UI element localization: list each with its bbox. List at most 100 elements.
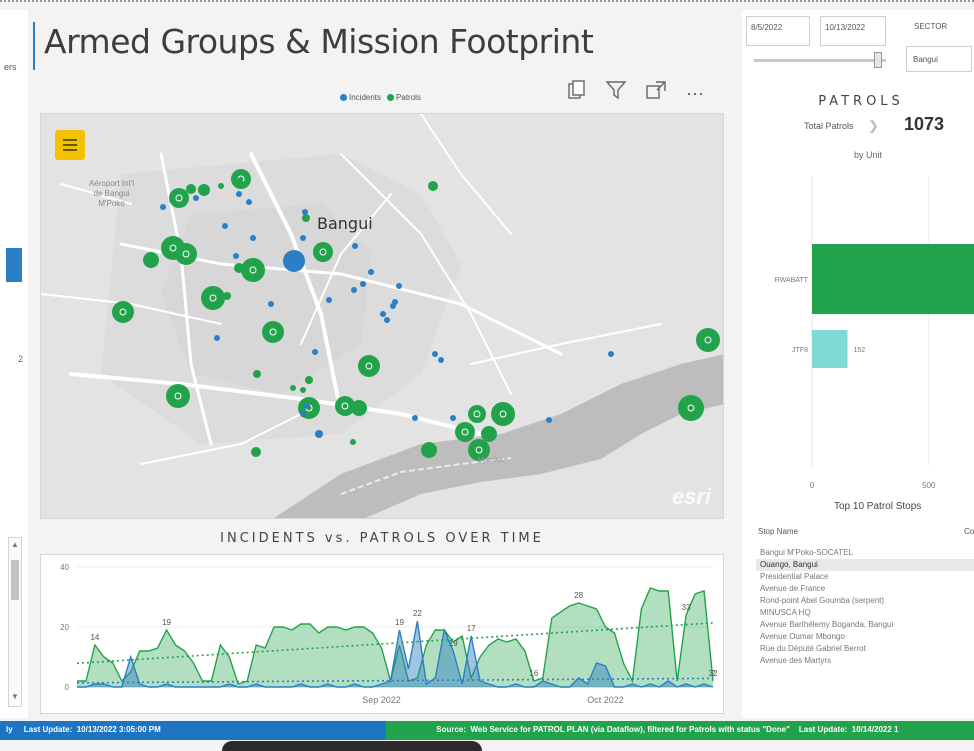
patrol-marker[interactable]: [241, 258, 265, 282]
copy-icon[interactable]: [568, 80, 586, 105]
incident-marker[interactable]: [412, 415, 418, 421]
patrol-marker[interactable]: [112, 301, 134, 323]
patrol-marker[interactable]: [186, 184, 196, 194]
stop-row[interactable]: Rue du Député Gabriel Berrot: [756, 643, 974, 655]
incident-marker[interactable]: [315, 430, 323, 438]
stop-row[interactable]: Bangui M'Poko-SOCATEL: [756, 547, 974, 559]
stops-col-name[interactable]: Stop Name: [758, 527, 798, 536]
stop-row[interactable]: Rond-point Abel Goumba (serpent): [756, 595, 974, 607]
patrol-marker[interactable]: [251, 447, 261, 457]
more-options-icon[interactable]: ···: [686, 82, 704, 104]
patrol-marker[interactable]: [481, 426, 497, 442]
patrol-marker[interactable]: [201, 286, 225, 310]
filter-icon[interactable]: [605, 80, 627, 105]
incident-marker[interactable]: [396, 283, 402, 289]
patrol-marker[interactable]: [468, 405, 486, 423]
map-visual[interactable]: Aéroport Int'l de Bangui M'Poko Bangui M…: [40, 113, 724, 519]
scroll-up-icon[interactable]: ▲: [11, 540, 19, 549]
incident-marker[interactable]: [246, 199, 252, 205]
incident-marker[interactable]: [438, 357, 444, 363]
incident-marker[interactable]: [304, 403, 310, 409]
map-menu-button[interactable]: [55, 130, 85, 160]
patrol-marker[interactable]: [234, 263, 244, 273]
patrol-marker[interactable]: [696, 328, 720, 352]
patrol-marker[interactable]: [358, 355, 380, 377]
patrol-marker[interactable]: [175, 243, 197, 265]
incident-marker[interactable]: [326, 297, 332, 303]
incident-marker[interactable]: [214, 335, 220, 341]
date-slider-track[interactable]: [754, 59, 886, 62]
patrol-marker[interactable]: [305, 376, 313, 384]
incident-marker[interactable]: [380, 311, 386, 317]
patrol-marker[interactable]: [678, 395, 704, 421]
focus-mode-icon[interactable]: [646, 81, 666, 104]
incident-marker[interactable]: [268, 301, 274, 307]
patrol-marker[interactable]: [428, 181, 438, 191]
patrol-marker[interactable]: [223, 292, 231, 300]
incident-marker[interactable]: [384, 317, 390, 323]
patrol-marker[interactable]: [491, 402, 515, 426]
timeline-chart[interactable]: 0 20 40 14 19 19 22 19 17 16 28 33 32 2 Sep 2022 Oct 20…: [40, 554, 724, 714]
incident-marker[interactable]: [250, 235, 256, 241]
incident-marker[interactable]: [352, 243, 358, 249]
patrol-marker[interactable]: [143, 252, 159, 268]
map-canvas[interactable]: [41, 114, 724, 519]
patrol-marker[interactable]: [262, 321, 284, 343]
patrol-marker[interactable]: [169, 188, 189, 208]
patrol-marker[interactable]: [218, 183, 224, 189]
legend-incidents[interactable]: Incidents: [340, 93, 381, 102]
patrol-marker[interactable]: [455, 422, 475, 442]
incident-marker[interactable]: [390, 303, 396, 309]
incident-marker[interactable]: [233, 253, 239, 259]
y-tick-label: 0: [65, 683, 70, 692]
incident-marker[interactable]: [351, 287, 357, 293]
timeline-canvas[interactable]: 020401419 19221917162833322Sep 2022 Oct 20…: [41, 555, 723, 713]
patrol-marker[interactable]: [351, 400, 367, 416]
patrol-marker[interactable]: [300, 387, 306, 393]
legend-patrols[interactable]: Patrols: [387, 93, 421, 102]
stop-row[interactable]: MINUSCA HQ: [756, 607, 974, 619]
incident-marker[interactable]: [450, 415, 456, 421]
patrol-marker[interactable]: [421, 442, 437, 458]
patrol-marker[interactable]: [290, 385, 296, 391]
incident-marker[interactable]: [608, 351, 614, 357]
stop-row[interactable]: Avenue Oumar Mbongo: [756, 631, 974, 643]
patrol-marker[interactable]: [166, 384, 190, 408]
incident-marker[interactable]: [300, 235, 306, 241]
stop-row[interactable]: Avenue Barthélemy Boganda, Bangui: [756, 619, 974, 631]
incident-marker[interactable]: [302, 209, 308, 215]
sector-dropdown[interactable]: Bangui: [906, 46, 972, 72]
incident-marker[interactable]: [312, 349, 318, 355]
patrol-marker[interactable]: [350, 439, 356, 445]
stop-row[interactable]: Avenue de France: [756, 583, 974, 595]
stop-row[interactable]: Ouango, Bangui: [756, 559, 974, 571]
patrol-marker[interactable]: [198, 184, 210, 196]
patrol-marker[interactable]: [235, 178, 243, 186]
sliver-scrollbar[interactable]: ▲ ▼: [8, 537, 22, 707]
incident-marker[interactable]: [368, 269, 374, 275]
unit-bar-jtf8[interactable]: [812, 330, 848, 368]
patrol-marker[interactable]: [302, 214, 310, 222]
stop-row[interactable]: Presidential Palace: [756, 571, 974, 583]
incident-marker[interactable]: [546, 417, 552, 423]
start-date-input[interactable]: 8/5/2022: [746, 16, 810, 46]
incident-marker[interactable]: [432, 351, 438, 357]
scroll-thumb[interactable]: [11, 560, 19, 600]
stops-col-count[interactable]: Co: [964, 527, 974, 536]
scroll-down-icon[interactable]: ▼: [11, 692, 19, 701]
patrol-marker[interactable]: [313, 242, 333, 262]
incident-marker[interactable]: [300, 411, 306, 417]
incident-marker[interactable]: [222, 223, 228, 229]
title-accent-bar: [33, 22, 35, 70]
incident-marker[interactable]: [193, 195, 199, 201]
unit-bar-rwabatt[interactable]: [812, 244, 974, 314]
stop-row[interactable]: Avenue des Martyrs: [756, 655, 974, 667]
date-slider-handle[interactable]: [874, 52, 882, 68]
unit-bar-chart[interactable]: RWABATT JTF8 152 0 500: [742, 166, 974, 498]
end-date-input[interactable]: 10/13/2022: [820, 16, 886, 46]
patrol-marker[interactable]: [253, 370, 261, 378]
incident-marker[interactable]: [283, 250, 305, 272]
incident-marker[interactable]: [360, 281, 366, 287]
incident-marker[interactable]: [236, 191, 242, 197]
incident-marker[interactable]: [160, 204, 166, 210]
